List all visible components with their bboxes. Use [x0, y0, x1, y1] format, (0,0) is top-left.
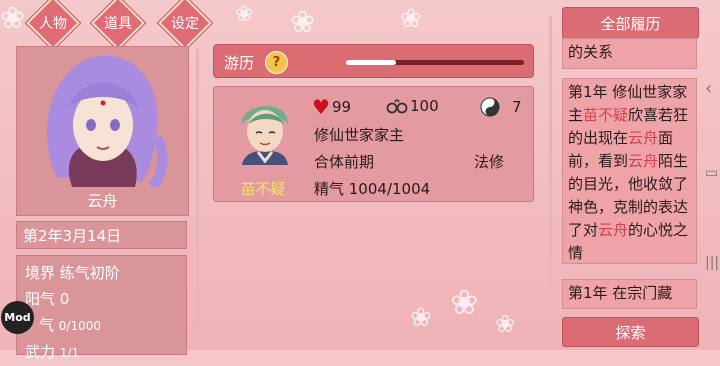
- karma-stat: 7: [480, 97, 522, 117]
- npc-path: 法修: [474, 153, 505, 171]
- petal-decoration: ❀: [450, 283, 479, 323]
- qi-stat: 气 0/1000: [39, 316, 102, 334]
- history-entry: 第1年 修仙世家家主苗不疑欣喜若狂的出现在云舟面前，看到云舟陌生的目光，他收敛了…: [562, 78, 697, 264]
- npc-stage: 合体前期: [314, 153, 375, 171]
- petal-decoration: ❀: [235, 2, 254, 27]
- game-date: 第2年3月14日: [16, 221, 187, 249]
- petal-decoration: ❀: [0, 1, 26, 36]
- petal-decoration: ❀: [400, 4, 422, 34]
- petal-decoration: ❀: [290, 5, 316, 40]
- travel-progress: [346, 60, 524, 65]
- npc-name: 苗不疑: [240, 180, 286, 198]
- player-portrait: [47, 55, 168, 191]
- travel-bar[interactable]: 游历 ?: [213, 44, 534, 78]
- tab-items[interactable]: 道具: [91, 0, 145, 50]
- history-entry: 第1年 在宗门藏: [562, 279, 697, 309]
- bond-stat: 100: [386, 97, 439, 115]
- handcuff-icon: [386, 99, 408, 114]
- player-portrait-card[interactable]: 云舟: [16, 46, 189, 216]
- npc-avatar: [241, 106, 289, 165]
- question-icon[interactable]: ?: [265, 51, 288, 74]
- recents-nav-icon[interactable]: |||: [705, 255, 719, 271]
- back-nav-icon[interactable]: ‹: [705, 78, 712, 99]
- petal-decoration: ❀: [495, 310, 516, 338]
- npc-identity: 修仙世家家主: [314, 126, 405, 144]
- realm-stat: 境界 练气初阶: [25, 264, 120, 282]
- yang-stat: 阳气 0: [25, 290, 70, 308]
- affection-stat: ♥ 99: [312, 95, 352, 119]
- npc-essence: 精气 1004/1004: [314, 180, 431, 198]
- left-scrollbar[interactable]: [196, 48, 199, 330]
- travel-label: 游历: [224, 54, 255, 72]
- explore-button[interactable]: 探索: [562, 317, 699, 347]
- mod-badge[interactable]: Mod: [1, 301, 34, 334]
- tab-settings[interactable]: 设定: [158, 0, 212, 50]
- right-scrollbar[interactable]: [549, 16, 552, 288]
- all-history-button[interactable]: 全部履历: [562, 7, 699, 39]
- heart-icon: ♥: [312, 95, 330, 119]
- home-nav-icon[interactable]: ▭: [705, 165, 718, 181]
- player-name: 云舟: [87, 192, 118, 210]
- npc-card[interactable]: 苗不疑 ♥ 99 100 7 修仙世家家主 合体前期 法修 精气 1004/10…: [213, 86, 534, 202]
- player-stats: 境界 练气初阶 阳气 0 气 0/1000 武力 1/1: [16, 255, 187, 361]
- wuli-stat: 武力 1/1: [25, 343, 80, 361]
- history-entry: 的关系: [562, 38, 697, 69]
- yinyang-icon: [480, 97, 500, 117]
- tab-character[interactable]: 人物: [26, 0, 80, 50]
- petal-decoration: ❀: [410, 303, 432, 333]
